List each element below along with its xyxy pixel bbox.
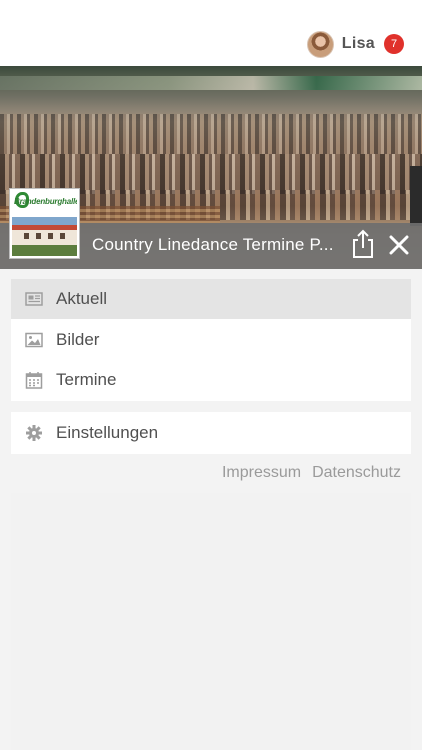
notification-badge[interactable]: 7 [384, 34, 404, 54]
impressum-link[interactable]: Impressum [222, 464, 301, 482]
menu-item-label: Einstellungen [56, 423, 159, 442]
close-button[interactable] [388, 234, 410, 256]
page-title: Country Linedance Termine P... [92, 235, 334, 254]
user-profile[interactable]: Lisa 7 [306, 29, 404, 59]
share-icon [353, 229, 373, 258]
footer-links: Impressum Datenschutz [222, 464, 401, 482]
menu-item-label: Termine [56, 370, 117, 389]
menu-item-bilder[interactable]: Bilder [11, 320, 411, 360]
navigation-menu: Aktuell Bilder Termine [11, 279, 411, 401]
close-icon [389, 235, 409, 255]
share-button[interactable] [350, 229, 376, 259]
menu-item-aktuell[interactable]: Aktuell [11, 279, 411, 319]
logo-text: Brandenburghalle [14, 197, 79, 206]
menu-item-termine[interactable]: Termine [11, 360, 411, 400]
menu-item-label: Bilder [56, 330, 100, 349]
avatar[interactable] [306, 30, 334, 58]
menu-item-label: Aktuell [56, 289, 108, 308]
top-bar: Lisa 7 [0, 0, 422, 66]
gear-icon [26, 425, 42, 441]
settings-section: Einstellungen [11, 412, 411, 454]
menu-item-einstellungen[interactable]: Einstellungen [11, 413, 411, 453]
empty-content-area [11, 493, 411, 750]
calendar-icon [25, 372, 43, 389]
datenschutz-link[interactable]: Datenschutz [312, 464, 401, 482]
user-name[interactable]: Lisa [342, 35, 375, 53]
venue-logo: Brandenburghalle [10, 189, 79, 258]
image-icon [25, 332, 43, 348]
newspaper-icon [25, 292, 43, 306]
